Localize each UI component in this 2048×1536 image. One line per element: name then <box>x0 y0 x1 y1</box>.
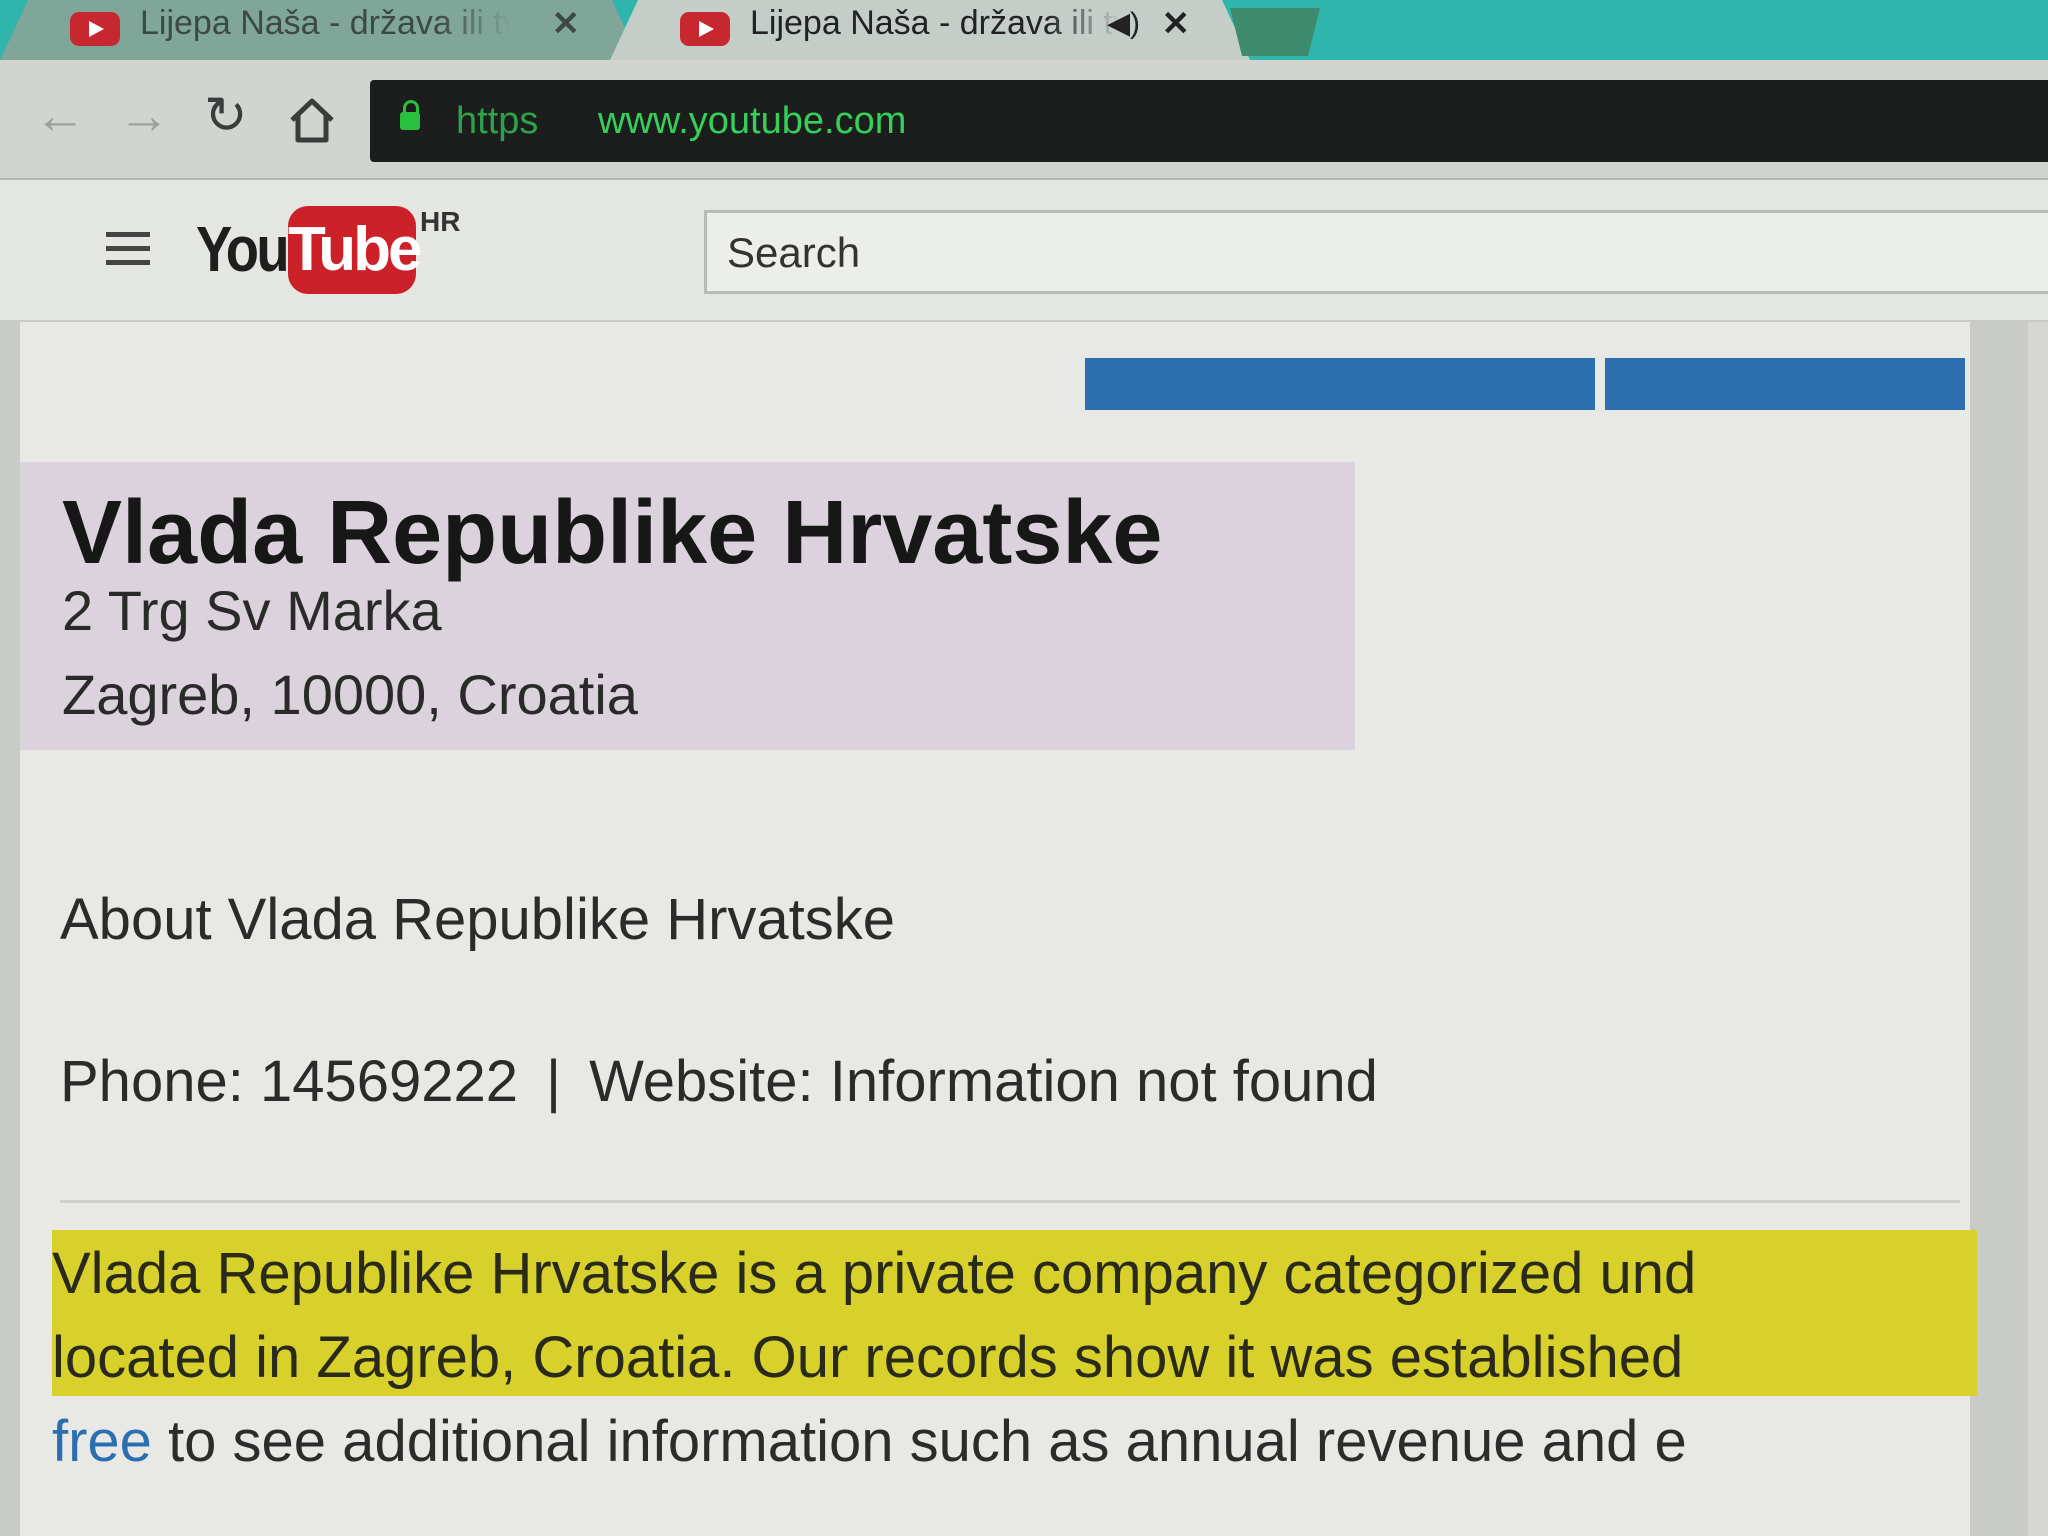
forward-icon[interactable]: → <box>118 90 170 142</box>
description-line-2: located in Zagreb, Croatia. Our records … <box>52 1325 1684 1390</box>
tab-title: Lijepa Naša - država ili tv <box>140 4 510 42</box>
url-scheme: https <box>456 100 539 142</box>
video-content: Vlada Republike Hrvatske 2 Trg Sv Marka … <box>20 322 1977 1536</box>
browser-tab-2[interactable]: Lijepa Naša - država ili tv ◀) ✕ <box>610 0 1250 60</box>
home-icon[interactable] <box>286 94 338 146</box>
logo-you-text: You <box>196 213 290 285</box>
website-text: Website: Information not found <box>589 1049 1378 1114</box>
lock-icon <box>400 100 420 130</box>
new-tab-button[interactable] <box>1230 8 1320 56</box>
tab-title: Lijepa Naša - država ili tv <box>750 4 1120 42</box>
browser-toolbar: ← → ↻ https www.youtube.com <box>0 60 2048 180</box>
hamburger-menu-icon[interactable] <box>106 232 150 268</box>
reports-tab-button[interactable] <box>1085 358 1595 410</box>
browser-tab-1[interactable]: Lijepa Naša - država ili tv ✕ <box>0 0 640 60</box>
description-line-3-text: to see additional information such as an… <box>151 1409 1687 1464</box>
speaker-icon[interactable]: ◀) <box>1107 6 1140 41</box>
about-heading: About Vlada Republike Hrvatske <box>60 887 896 952</box>
search-input[interactable]: Search <box>704 210 2048 294</box>
free-link[interactable]: free <box>52 1409 152 1464</box>
address-line-1: 2 Trg Sv Marka <box>62 579 442 642</box>
back-icon[interactable]: ← <box>34 90 86 142</box>
description-line-1: Vlada Republike Hrvatske is a private co… <box>52 1241 1697 1306</box>
description-line-3: free to see additional information such … <box>52 1408 1977 1464</box>
divider <box>60 1200 1960 1203</box>
reload-icon[interactable]: ↻ <box>204 90 248 142</box>
phone-text: Phone: 14569222 <box>60 1049 518 1114</box>
close-tab-icon[interactable]: ✕ <box>1162 4 1191 44</box>
logo-tube-text: Tube <box>288 206 423 294</box>
scrollbar[interactable] <box>2028 322 2048 1536</box>
url-host: www.youtube.com <box>598 100 907 142</box>
nav-tab-button[interactable] <box>1605 358 1965 410</box>
company-name: Vlada Republike Hrvatske <box>62 483 1163 583</box>
youtube-header: You Tube HR Search <box>0 180 2048 322</box>
page-nav-tabs <box>1085 322 1965 410</box>
country-code: HR <box>420 206 461 237</box>
close-tab-icon[interactable]: ✕ <box>552 4 581 44</box>
separator: | <box>546 1049 562 1114</box>
address-line-2: Zagreb, 10000, Croatia <box>62 663 638 726</box>
company-card: Vlada Republike Hrvatske 2 Trg Sv Marka … <box>20 462 1355 750</box>
youtube-favicon-icon <box>70 12 120 46</box>
address-bar[interactable]: https www.youtube.com <box>370 80 2048 162</box>
youtube-favicon-icon <box>680 12 730 46</box>
contact-row: Phone: 14569222 | Website: Information not… <box>60 1048 1378 1115</box>
